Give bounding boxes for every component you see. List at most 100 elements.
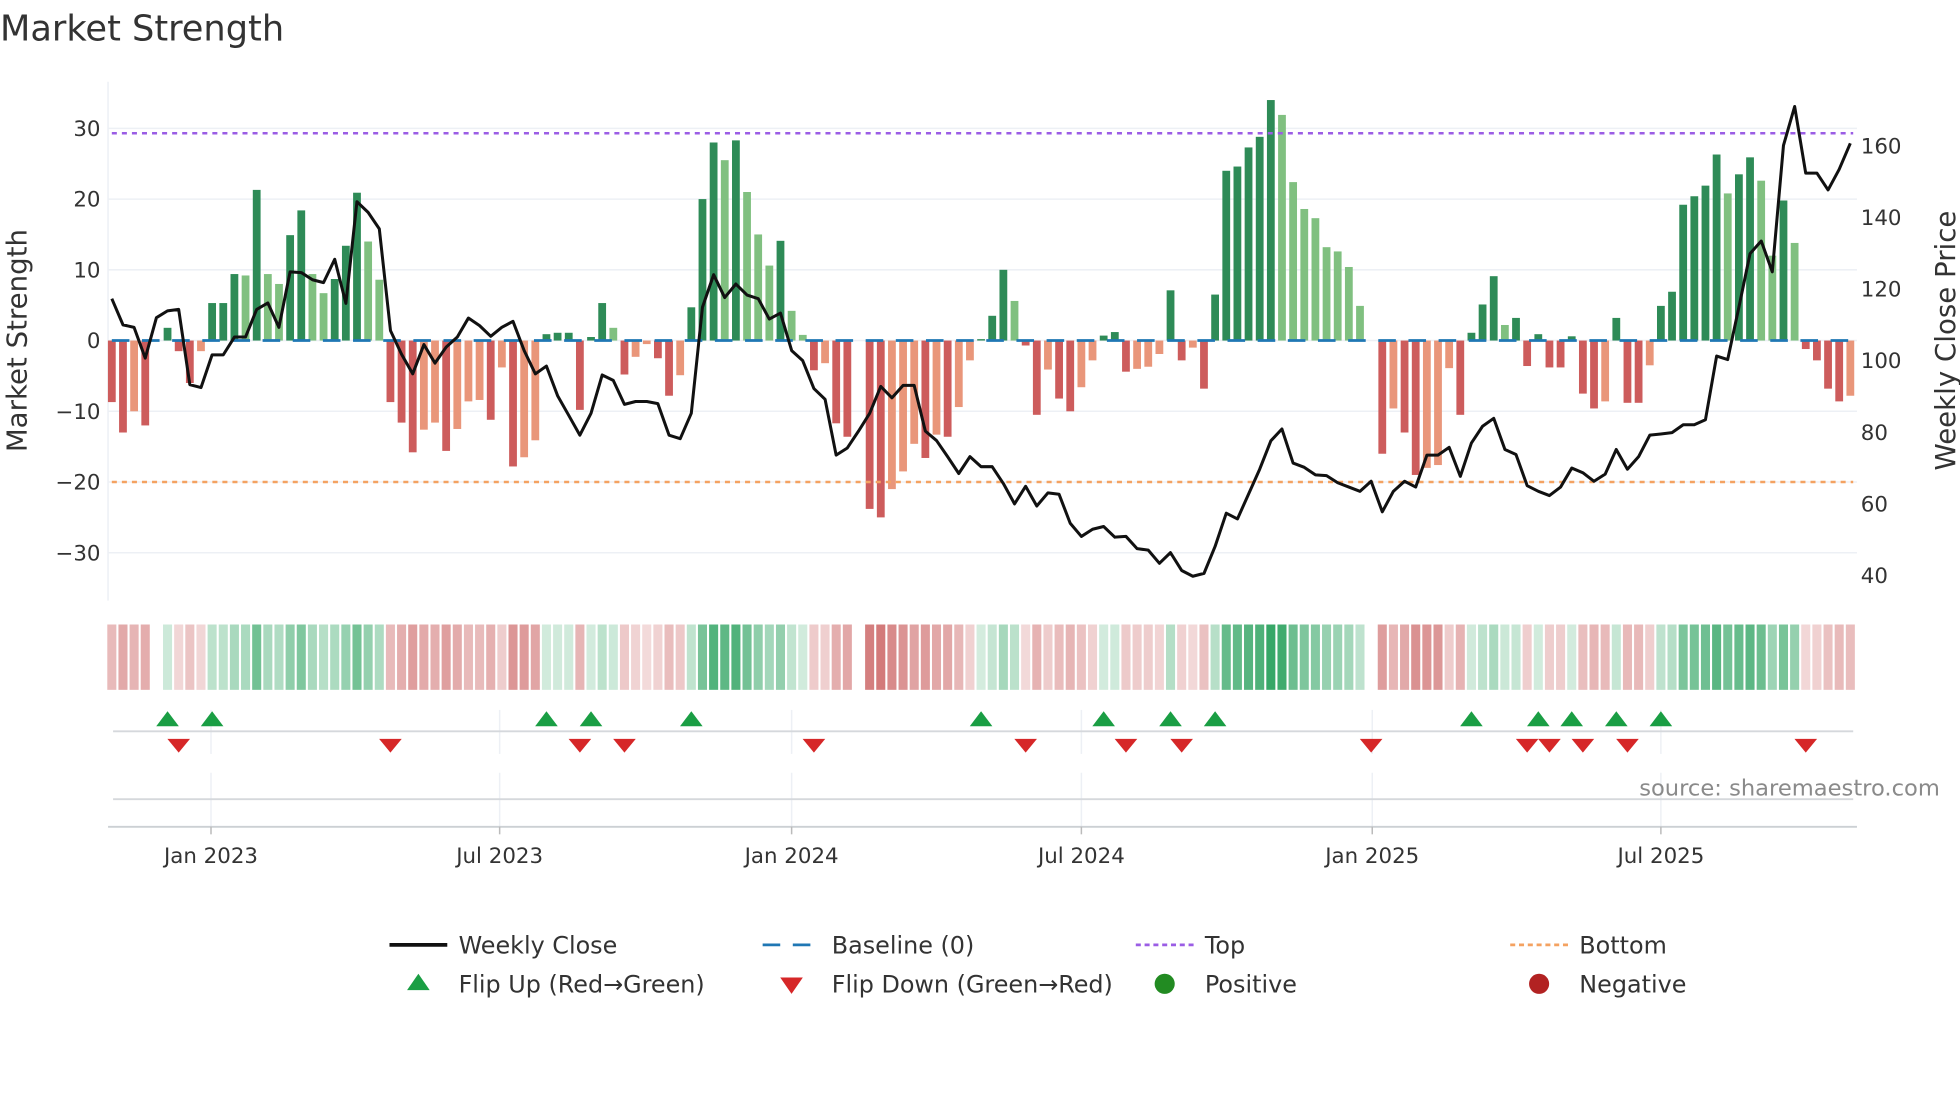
positive-bar [687,307,696,341]
heat-strip-cell [285,624,295,690]
positive-bar [375,279,384,341]
heat-strip-cell [920,624,930,690]
y2-axis-title: Weekly Close Price [1929,211,1960,471]
heat-strip-cell [742,624,752,690]
strength-heat-strip [107,624,1855,690]
heat-strip-cell [475,624,485,690]
flip-down-marker [568,738,592,753]
positive-bar [1356,305,1364,341]
positive-bar [1779,200,1788,341]
heat-strip-cell [1422,624,1432,690]
flip-down-marker [1014,738,1037,753]
heat-strip-cell [664,624,674,690]
positive-bar [1668,291,1676,341]
heat-strip-cell [1411,624,1421,690]
positive-bar [1701,185,1710,341]
legend-tri-down-icon [780,977,803,994]
negative-bar [408,340,417,453]
negative-bar [1813,340,1821,361]
heat-strip-cell [1110,624,1120,690]
negative-bar [843,340,852,437]
heat-strip-cell [1032,624,1042,690]
heat-strip-cell [987,624,997,690]
heat-strip-cell [1333,624,1343,690]
heat-strip-cell [252,624,262,690]
y-tick-label: −10 [55,400,100,425]
legend-label: Bottom [1579,932,1667,960]
heat-strip-cell [1656,624,1666,690]
flip-up-marker [1159,711,1182,727]
axes: 3020100−10−20−30160140120100806040Jan 20… [55,117,1901,869]
heat-strip-cell [1834,624,1844,690]
heat-strip-cell [1600,624,1610,690]
flip-down-marker [1616,738,1639,753]
flip-up-marker [200,711,224,727]
heat-strip-cell [608,624,618,690]
heat-strip-cell [1511,624,1521,690]
negative-bar [1032,340,1041,415]
heat-strip-cell [1244,624,1254,690]
heat-strip-cell [1667,624,1677,690]
heat-strip-cell [1043,624,1053,690]
positive-bar [319,293,328,341]
y-axis-title: Market Strength [0,229,33,452]
flip-up-marker [535,711,558,727]
positive-bar [1311,218,1320,341]
heat-strip-cell [185,624,195,690]
heat-strip-cell [809,624,819,690]
negative-bar [386,340,395,403]
positive-bar [1266,100,1275,341]
positive-bar [1757,180,1766,341]
positive-bar [1211,294,1220,341]
positive-bar [1712,154,1721,341]
heat-strip-cell [876,624,886,690]
negative-bar [442,340,451,451]
negative-bar [1200,340,1208,389]
positive-bar [163,327,172,341]
negative-bar [575,340,584,410]
heat-strip-cell [263,624,273,690]
positive-bar [1790,242,1799,341]
negative-bar [475,340,484,400]
heat-strip-cell [1611,624,1621,690]
positive-bar [609,327,618,341]
heat-strip-cell [530,624,540,690]
heat-strip-cell [898,624,908,690]
heat-strip-cell [363,624,373,690]
heat-strip-cell [1344,624,1354,690]
heat-strip-cell [541,624,551,690]
negative-bar [832,340,841,424]
positive-bar [1244,147,1253,341]
positive-bar [709,142,718,341]
negative-bar [1601,340,1610,402]
heat-strip-cell [385,624,395,690]
negative-bar [1122,340,1130,372]
heat-strip-cell [519,624,529,690]
heat-strip-cell [352,624,362,690]
heat-strip-cell [1143,624,1153,690]
negative-bar [821,340,829,364]
flip-up-marker [1560,711,1584,727]
negative-bar [1055,340,1063,399]
legend-circle-neg-icon [1529,973,1550,994]
positive-bar [1489,276,1498,341]
positive-bar [1166,290,1175,341]
negative-bar [1456,340,1465,415]
negative-bar [1144,340,1153,367]
legend: Weekly Close Baseline (0) Top Bottom Flip Up… [389,932,1686,999]
negative-bar [653,340,662,359]
negative-bar [1422,340,1431,468]
negative-bar [631,340,640,357]
negative-bar [810,340,818,371]
positive-bar [219,303,228,341]
negative-bar [509,340,517,467]
heat-strip-cell [575,624,585,690]
heat-strip-cell [1266,624,1276,690]
negative-bar [888,340,896,490]
negative-bar [197,340,205,352]
positive-bar [1222,170,1231,341]
negative-bar [1155,340,1164,354]
negative-bar [130,340,139,412]
heat-strip-cell [954,624,964,690]
heat-strip-cell [753,624,763,690]
